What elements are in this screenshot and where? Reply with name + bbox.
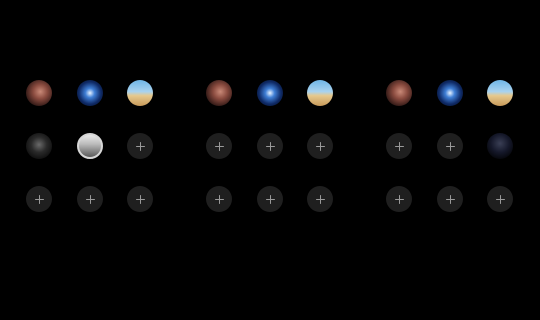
- plus-icon: [214, 194, 224, 204]
- add-avatar-button[interactable]: [307, 133, 333, 159]
- add-avatar-button[interactable]: [386, 186, 412, 212]
- profile-photo-candle-icon[interactable]: [257, 80, 283, 106]
- profile-photo-candle-icon[interactable]: [77, 80, 103, 106]
- add-avatar-button[interactable]: [386, 133, 412, 159]
- add-avatar-button[interactable]: [257, 186, 283, 212]
- plus-icon: [85, 194, 95, 204]
- add-avatar-button[interactable]: [257, 133, 283, 159]
- plus-icon: [265, 194, 275, 204]
- profile-photo-man-icon[interactable]: [77, 133, 103, 159]
- profile-photo-woman-icon[interactable]: [386, 80, 412, 106]
- add-avatar-button[interactable]: [127, 186, 153, 212]
- plus-icon: [34, 194, 44, 204]
- plus-icon: [135, 194, 145, 204]
- add-avatar-button[interactable]: [77, 186, 103, 212]
- plus-icon: [394, 141, 404, 151]
- profile-photo-woman-icon[interactable]: [206, 80, 232, 106]
- avatar-grid-screen: [0, 0, 540, 320]
- add-avatar-button[interactable]: [127, 133, 153, 159]
- plus-icon: [394, 194, 404, 204]
- profile-photo-candle-icon[interactable]: [437, 80, 463, 106]
- plus-icon: [315, 194, 325, 204]
- add-avatar-button[interactable]: [437, 133, 463, 159]
- add-avatar-button[interactable]: [437, 186, 463, 212]
- profile-photo-woman-icon[interactable]: [26, 80, 52, 106]
- plus-icon: [135, 141, 145, 151]
- add-avatar-button[interactable]: [26, 186, 52, 212]
- plus-icon: [445, 194, 455, 204]
- profile-photo-beach-icon[interactable]: [487, 80, 513, 106]
- plus-icon: [495, 194, 505, 204]
- profile-photo-dark-icon[interactable]: [26, 133, 52, 159]
- add-avatar-button[interactable]: [487, 186, 513, 212]
- add-avatar-button[interactable]: [206, 186, 232, 212]
- plus-icon: [214, 141, 224, 151]
- profile-photo-beach-icon[interactable]: [307, 80, 333, 106]
- add-avatar-button[interactable]: [307, 186, 333, 212]
- plus-icon: [445, 141, 455, 151]
- plus-icon: [265, 141, 275, 151]
- profile-photo-beach-icon[interactable]: [127, 80, 153, 106]
- profile-photo-hooded-icon[interactable]: [487, 133, 513, 159]
- plus-icon: [315, 141, 325, 151]
- add-avatar-button[interactable]: [206, 133, 232, 159]
